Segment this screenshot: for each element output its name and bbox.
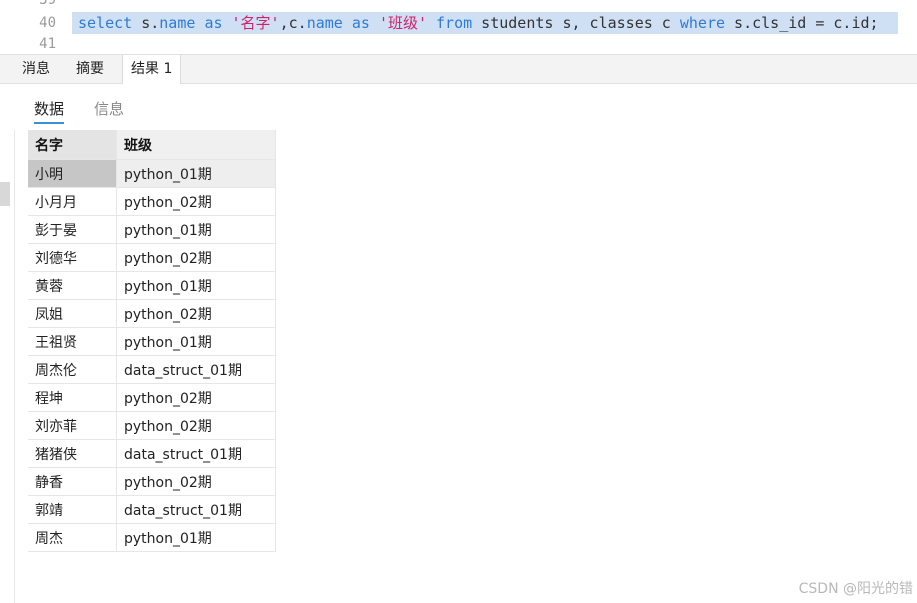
cell-name[interactable]: 周杰伦 bbox=[28, 355, 117, 384]
sql-keyword: select bbox=[78, 14, 133, 32]
cell-class[interactable]: python_01期 bbox=[116, 523, 276, 552]
cell-name[interactable]: 彭于晏 bbox=[28, 215, 117, 244]
cell-class[interactable]: python_01期 bbox=[116, 327, 276, 356]
cell-name[interactable]: 郭靖 bbox=[28, 495, 117, 524]
sql-text: students s, classes c bbox=[472, 14, 680, 32]
result-subtabs: 数据 信息 bbox=[0, 84, 917, 130]
result-tab-bar: 消息 摘要 结果 1 bbox=[0, 54, 917, 85]
sql-keyword: name bbox=[306, 14, 343, 32]
cell-name[interactable]: 猪猪侠 bbox=[28, 439, 117, 468]
tab-summary[interactable]: 摘要 bbox=[68, 55, 112, 84]
tab-messages[interactable]: 消息 bbox=[14, 55, 58, 84]
table-row[interactable]: 小明 python_01期 bbox=[28, 159, 276, 188]
table-row[interactable]: 周杰伦 data_struct_01期 bbox=[28, 355, 276, 384]
cell-name[interactable]: 凤姐 bbox=[28, 299, 117, 328]
table-row[interactable]: 程坤 python_02期 bbox=[28, 383, 276, 412]
sql-text: s.cls_id = c.id; bbox=[725, 14, 879, 32]
result-grid[interactable]: 名字 班级 小明 python_01期 小月月 python_02期 彭于晏 python… bbox=[28, 130, 276, 552]
sql-keyword: as bbox=[204, 14, 223, 32]
cell-name[interactable]: 王祖贤 bbox=[28, 327, 117, 356]
sql-editor[interactable]: 39 40 select s.name as '名字',c.name as '班… bbox=[0, 0, 917, 54]
row-indicator-strip bbox=[0, 130, 15, 603]
cell-name[interactable]: 刘亦菲 bbox=[28, 411, 117, 440]
column-header-class[interactable]: 班级 bbox=[116, 130, 276, 160]
table-row[interactable]: 彭于晏 python_01期 bbox=[28, 215, 276, 244]
table-row[interactable]: 王祖贤 python_01期 bbox=[28, 327, 276, 356]
table-row[interactable]: 周杰 python_01期 bbox=[28, 523, 276, 552]
table-row[interactable]: 静香 python_02期 bbox=[28, 467, 276, 496]
watermark: CSDN @阳光的错 bbox=[798, 581, 913, 597]
cell-name[interactable]: 小月月 bbox=[28, 187, 117, 216]
table-row[interactable]: 刘德华 python_02期 bbox=[28, 243, 276, 272]
sql-string: '名字' bbox=[231, 14, 280, 32]
column-header-name[interactable]: 名字 bbox=[28, 130, 117, 160]
cell-name[interactable]: 小明 bbox=[28, 159, 117, 188]
grid-header-row: 名字 班级 bbox=[28, 130, 276, 160]
cell-class[interactable]: data_struct_01期 bbox=[116, 355, 276, 384]
sql-keyword: name bbox=[159, 14, 196, 32]
cell-class[interactable]: python_02期 bbox=[116, 383, 276, 412]
line-number: 41 bbox=[39, 36, 56, 52]
cell-class[interactable]: python_02期 bbox=[116, 243, 276, 272]
cell-class[interactable]: python_01期 bbox=[116, 215, 276, 244]
cell-class[interactable]: python_01期 bbox=[116, 271, 276, 300]
table-row[interactable]: 猪猪侠 data_struct_01期 bbox=[28, 439, 276, 468]
cell-class[interactable]: python_02期 bbox=[116, 187, 276, 216]
cell-class[interactable]: data_struct_01期 bbox=[116, 495, 276, 524]
cell-name[interactable]: 刘德华 bbox=[28, 243, 117, 272]
table-row[interactable]: 小月月 python_02期 bbox=[28, 187, 276, 216]
cell-class[interactable]: python_02期 bbox=[116, 299, 276, 328]
sql-keyword: from bbox=[436, 14, 473, 32]
editor-line: 41 bbox=[0, 33, 917, 54]
line-number: 40 bbox=[39, 15, 56, 31]
cell-name[interactable]: 黄蓉 bbox=[28, 271, 117, 300]
subtab-data[interactable]: 数据 bbox=[34, 98, 65, 124]
cell-name[interactable]: 周杰 bbox=[28, 523, 117, 552]
cell-name[interactable]: 静香 bbox=[28, 467, 117, 496]
editor-line: 39 bbox=[0, 0, 917, 11]
table-row[interactable]: 凤姐 python_02期 bbox=[28, 299, 276, 328]
sql-keyword: where bbox=[679, 14, 726, 32]
current-row-marker bbox=[0, 182, 10, 206]
cell-name[interactable]: 程坤 bbox=[28, 383, 117, 412]
cell-class[interactable]: python_02期 bbox=[116, 467, 276, 496]
sql-keyword: as bbox=[351, 14, 370, 32]
table-row[interactable]: 黄蓉 python_01期 bbox=[28, 271, 276, 300]
line-number: 39 bbox=[39, 0, 56, 8]
sql-string: '班级' bbox=[378, 14, 427, 32]
cell-class[interactable]: data_struct_01期 bbox=[116, 439, 276, 468]
sql-text: ,c. bbox=[279, 14, 307, 32]
sql-text: s. bbox=[132, 14, 160, 32]
tab-result-1[interactable]: 结果 1 bbox=[122, 55, 182, 85]
subtab-info[interactable]: 信息 bbox=[94, 98, 124, 122]
sql-query-text[interactable]: select s.name as '名字',c.name as '班级' fro… bbox=[78, 12, 879, 34]
editor-line[interactable]: 40 select s.name as '名字',c.name as '班级' … bbox=[0, 12, 917, 34]
cell-class[interactable]: python_02期 bbox=[116, 411, 276, 440]
cell-class[interactable]: python_01期 bbox=[116, 159, 276, 188]
table-row[interactable]: 刘亦菲 python_02期 bbox=[28, 411, 276, 440]
table-row[interactable]: 郭靖 data_struct_01期 bbox=[28, 495, 276, 524]
